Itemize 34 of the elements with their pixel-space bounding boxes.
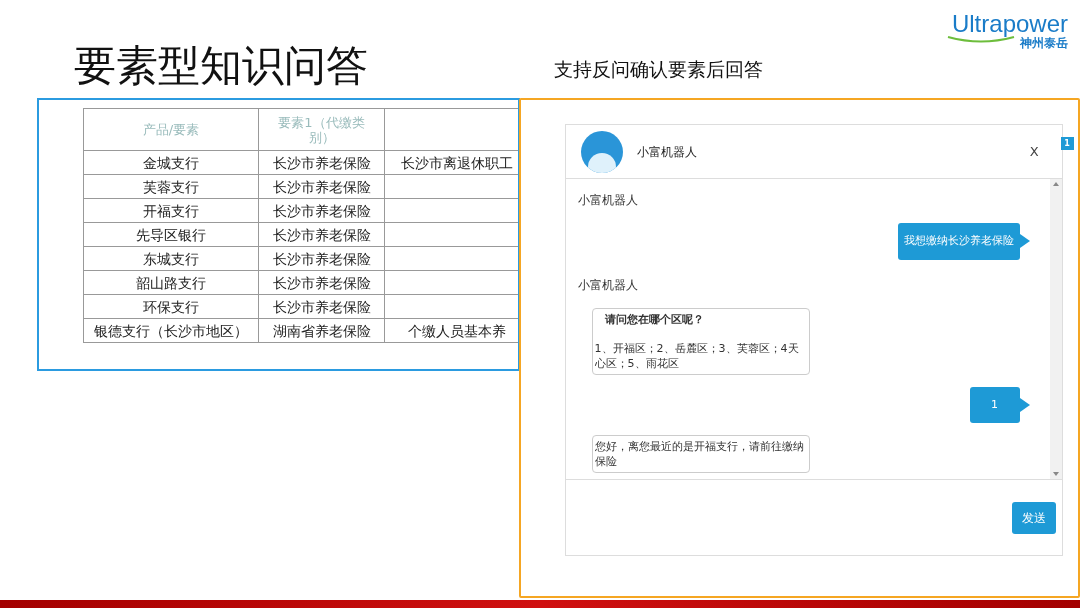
- close-button[interactable]: X: [1029, 141, 1039, 162]
- slide-subtitle: 支持反问确认要素后回答: [554, 57, 763, 82]
- table-cell: 长沙市养老保险: [258, 222, 385, 247]
- table-cell: 银德支行（长沙市地区）: [83, 318, 259, 343]
- notification-badge: 1: [1060, 137, 1074, 150]
- column-header: 要素1（代缴类别）: [258, 108, 385, 151]
- table-cell: 环保支行: [83, 294, 259, 319]
- scroll-down-icon[interactable]: [1052, 472, 1059, 476]
- message-input[interactable]: 发送: [565, 480, 1062, 555]
- table-cell: 长沙市养老保险: [258, 198, 385, 223]
- table-cell: 长沙市养老保险: [258, 174, 385, 199]
- table-cell: 长沙市养老保险: [258, 246, 385, 271]
- avatar-icon: [580, 130, 623, 173]
- table-cell: 东城支行: [83, 246, 259, 271]
- scroll-up-icon[interactable]: [1052, 182, 1059, 186]
- table-cell: 金城支行: [83, 150, 259, 175]
- table-cell: 先导区银行: [83, 222, 259, 247]
- table-cell: 长沙市养老保险: [258, 294, 385, 319]
- column-header: 产品/要素: [83, 108, 259, 151]
- send-button[interactable]: 发送: [1011, 502, 1056, 534]
- bot-message-bubble: 您好，离您最近的是开福支行，请前往缴纳保险: [591, 435, 810, 473]
- table-cell: 长沙市养老保险: [258, 150, 385, 175]
- table-cell: 韶山路支行: [83, 270, 259, 295]
- sender-name: 小富机器人: [577, 277, 638, 292]
- table-cell: 湖南省养老保险: [258, 318, 385, 343]
- table-cell: 芙蓉支行: [83, 174, 259, 199]
- slide-title: 要素型知识问答: [74, 40, 368, 92]
- bot-name: 小富机器人: [636, 143, 697, 161]
- table-cell: 长沙市养老保险: [258, 270, 385, 295]
- scrollbar[interactable]: [1049, 179, 1062, 479]
- bot-message-bubble: 请问您在哪个区呢？ 1、开福区；2、岳麓区；3、芙蓉区；4天心区；5、雨花区: [591, 307, 810, 375]
- company-logo: Ultrapower 神州泰岳: [946, 12, 1068, 50]
- sender-name: 小富机器人: [577, 193, 638, 207]
- table-cell: 开福支行: [83, 198, 259, 223]
